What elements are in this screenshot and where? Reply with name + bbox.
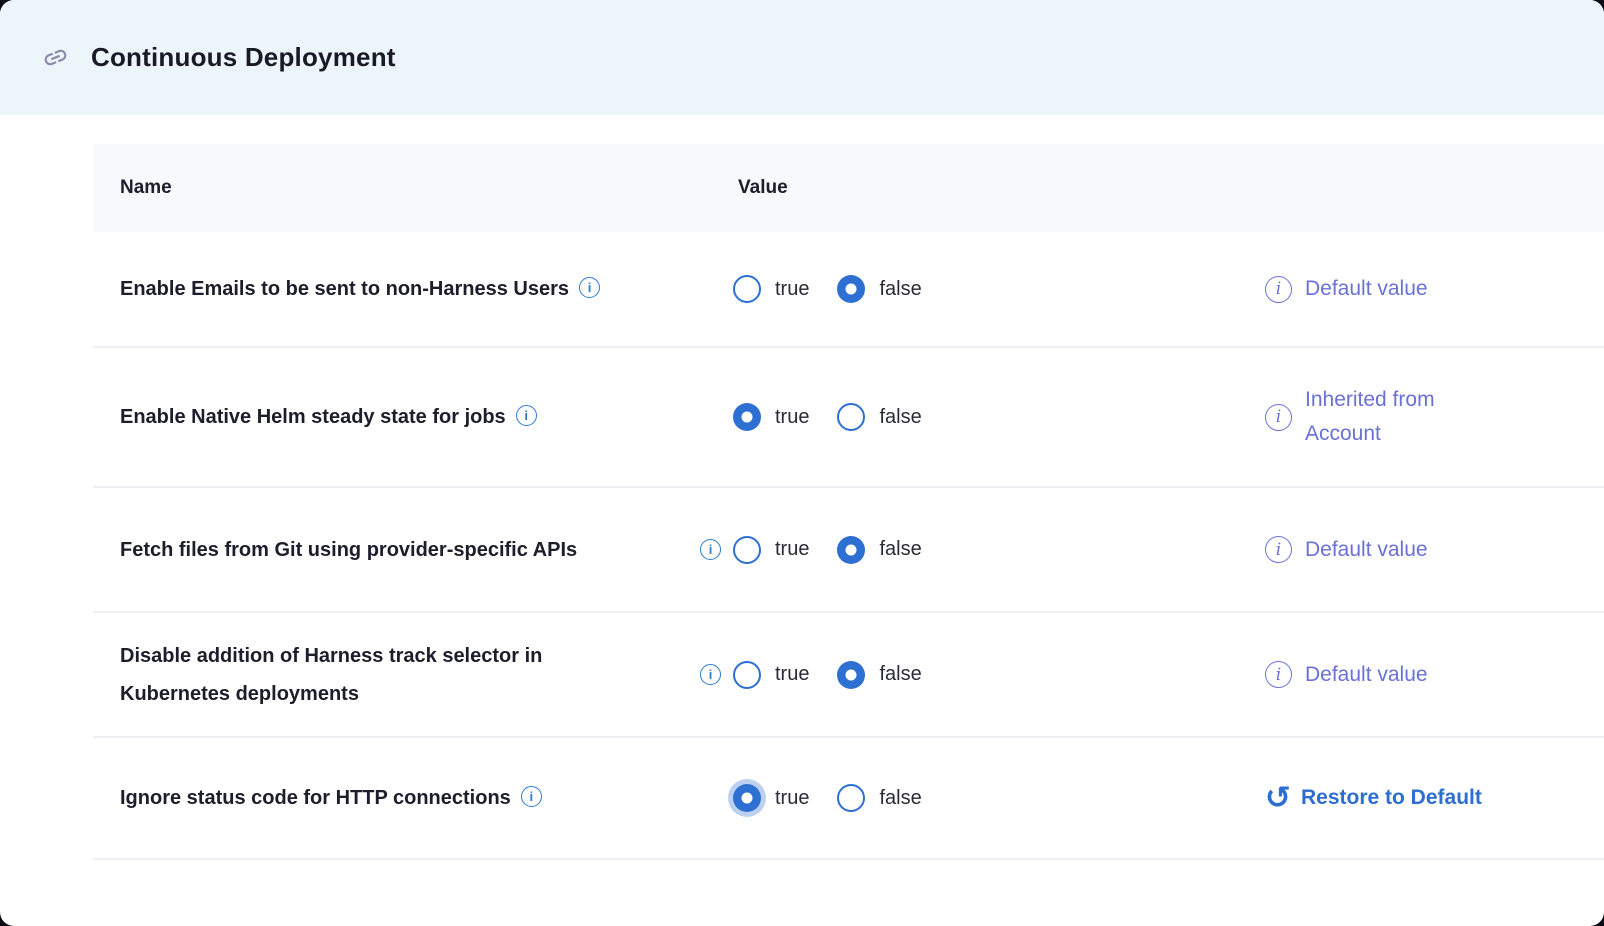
radio-false-label[interactable]: false (879, 663, 921, 686)
setting-status-cell: i ↺ Restore to Default (1265, 781, 1604, 815)
radio-false-label[interactable]: false (879, 538, 921, 561)
status-info-icon[interactable]: i (1265, 276, 1292, 303)
setting-row: Disable addition of Harness track select… (93, 613, 1604, 738)
radio-false-control[interactable] (837, 536, 865, 564)
info-glyph: i (709, 668, 713, 681)
section-banner: Continuous Deployment (0, 0, 1604, 115)
setting-row: Fetch files from Git using provider-spec… (93, 488, 1604, 613)
setting-row: Enable Native Helm steady state for jobs… (93, 348, 1604, 488)
radio-false-label[interactable]: false (879, 278, 921, 301)
radio-option-false[interactable]: false (837, 661, 921, 689)
setting-name-cell: Disable addition of Harness track select… (120, 637, 610, 713)
radio-true-control[interactable] (733, 661, 761, 689)
info-icon[interactable]: i (521, 786, 542, 807)
table-body: Enable Emails to be sent to non-Harness … (93, 232, 1604, 860)
settings-page: Continuous Deployment Name Value Enable … (0, 0, 1604, 926)
setting-status-cell: i ↺ Default value (1265, 272, 1604, 306)
table-header: Name Value (93, 144, 1604, 232)
setting-name: Enable Emails to be sent to non-Harness … (120, 278, 569, 300)
radio-option-false[interactable]: false (837, 784, 921, 812)
setting-row: Ignore status code for HTTP connections i… (93, 738, 1604, 860)
radio-option-true[interactable]: true (733, 275, 809, 303)
setting-name: Enable Native Helm steady state for jobs (120, 406, 506, 428)
radio-true-control[interactable] (733, 784, 761, 812)
info-icon[interactable]: i (700, 664, 721, 685)
status-label: Inherited from Account (1305, 383, 1515, 451)
info-glyph: i (1276, 540, 1281, 560)
radio-false-label[interactable]: false (879, 406, 921, 429)
status-info-icon[interactable]: i (1265, 404, 1292, 431)
column-header-value: Value (700, 177, 1265, 199)
setting-status-cell: i ↺ Inherited from Account (1265, 383, 1604, 451)
setting-name: Disable addition of Harness track select… (120, 645, 542, 705)
radio-true-label[interactable]: true (775, 278, 809, 301)
setting-value-cell: i true false (700, 661, 1265, 689)
status-label: Default value (1305, 272, 1428, 306)
info-glyph: i (529, 790, 533, 803)
status-label: Default value (1305, 658, 1428, 692)
setting-name-cell: Fetch files from Git using provider-spec… (120, 531, 610, 569)
status-label: Default value (1305, 533, 1428, 567)
info-glyph: i (709, 543, 713, 556)
restore-icon[interactable]: ↺ (1265, 783, 1291, 814)
info-glyph: i (1276, 665, 1281, 685)
settings-table: Name Value Enable Emails to be sent to n… (93, 144, 1604, 860)
radio-true-label[interactable]: true (775, 787, 809, 810)
setting-name-cell: Enable Emails to be sent to non-Harness … (120, 270, 700, 308)
info-icon[interactable]: i (579, 277, 600, 298)
status-label: Restore to Default (1301, 781, 1482, 815)
radio-true-label[interactable]: true (775, 406, 809, 429)
info-glyph: i (588, 281, 592, 294)
setting-row: Enable Emails to be sent to non-Harness … (93, 232, 1604, 348)
radio-option-true[interactable]: true (733, 661, 809, 689)
info-glyph: i (1276, 407, 1281, 427)
info-glyph: i (524, 409, 528, 422)
setting-value-cell: i true false (700, 275, 1265, 303)
setting-name: Ignore status code for HTTP connections (120, 787, 511, 809)
radio-option-true[interactable]: true (733, 784, 809, 812)
setting-value-cell: i true false (700, 784, 1265, 812)
radio-option-false[interactable]: false (837, 536, 921, 564)
column-header-name: Name (120, 177, 700, 199)
radio-option-true[interactable]: true (733, 403, 809, 431)
setting-name-cell: Ignore status code for HTTP connections i (120, 779, 700, 817)
radio-option-false[interactable]: false (837, 403, 921, 431)
link-icon[interactable] (38, 40, 73, 75)
info-icon[interactable]: i (700, 539, 721, 560)
status-info-icon[interactable]: i (1265, 661, 1292, 688)
info-glyph: i (1276, 279, 1281, 299)
radio-option-true[interactable]: true (733, 536, 809, 564)
setting-value-cell: i true false (700, 403, 1265, 431)
radio-true-control[interactable] (733, 536, 761, 564)
radio-false-control[interactable] (837, 661, 865, 689)
page-title: Continuous Deployment (91, 42, 396, 73)
radio-option-false[interactable]: false (837, 275, 921, 303)
radio-true-control[interactable] (733, 403, 761, 431)
radio-false-label[interactable]: false (879, 787, 921, 810)
info-icon[interactable]: i (516, 405, 537, 426)
setting-status-cell: i ↺ Default value (1265, 533, 1604, 567)
status-info-icon[interactable]: i (1265, 536, 1292, 563)
radio-false-control[interactable] (837, 784, 865, 812)
setting-value-cell: i true false (700, 536, 1265, 564)
setting-name: Fetch files from Git using provider-spec… (120, 539, 577, 561)
radio-true-control[interactable] (733, 275, 761, 303)
setting-name-cell: Enable Native Helm steady state for jobs… (120, 398, 700, 436)
radio-true-label[interactable]: true (775, 663, 809, 686)
setting-status-cell: i ↺ Default value (1265, 658, 1604, 692)
radio-true-label[interactable]: true (775, 538, 809, 561)
radio-false-control[interactable] (837, 275, 865, 303)
radio-false-control[interactable] (837, 403, 865, 431)
